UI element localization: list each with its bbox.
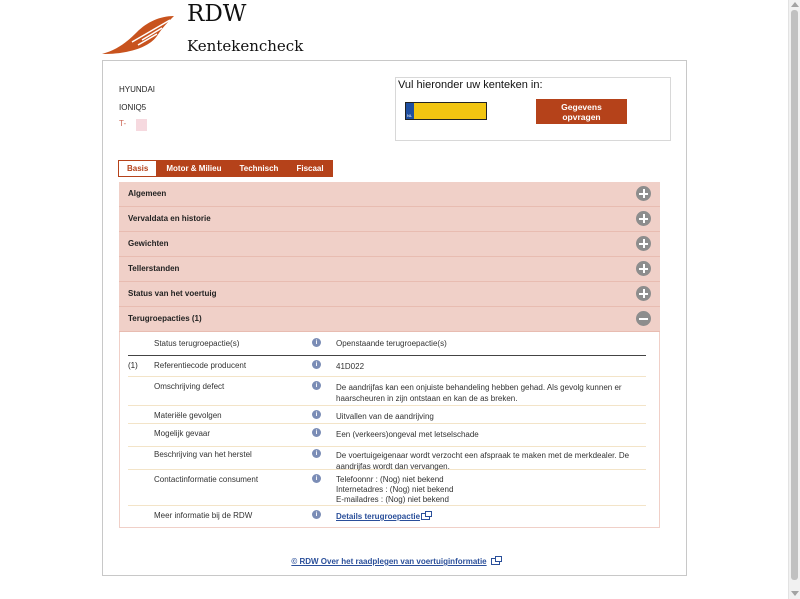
tab-fiscaal[interactable]: Fiscaal [287, 160, 333, 177]
value-line: Een (verkeers)ongeval met letselschade [336, 430, 479, 439]
info-icon[interactable]: i [312, 449, 321, 458]
detail-value: Openstaande terugroepactie(s) [336, 339, 447, 348]
vehicle-make: HYUNDAI [119, 85, 156, 94]
external-link-icon [490, 556, 502, 565]
detail-value: Uitvallen van de aandrijving [336, 411, 636, 422]
value-line: haarscheuren in zijn ontstaan en kan de … [336, 394, 518, 403]
page-subtitle: Kentekencheck [187, 37, 304, 55]
value-line: E-mailadres : (Nog) niet bekend [336, 495, 449, 504]
section-vervaldata[interactable]: Vervaldata en historie [119, 207, 660, 232]
section-label: Algemeen [128, 189, 167, 198]
eu-badge-text: NL [407, 113, 413, 118]
section-label: Vervaldata en historie [128, 214, 211, 223]
section-gewichten[interactable]: Gewichten [119, 232, 660, 257]
rdw-logo-icon[interactable] [102, 14, 182, 56]
detail-label: Mogelijk gevaar [154, 429, 211, 438]
scroll-up-arrow-icon[interactable] [791, 2, 799, 7]
details-recall-link-text: Details terugroepactie [336, 512, 421, 521]
details-recall-link[interactable]: Details terugroepactie [336, 512, 420, 521]
vehicle-model: IONIQ5 [119, 103, 147, 112]
page-footer: © RDW Over het raadplegen van voertuigin… [103, 556, 688, 566]
page-scrollbar[interactable] [788, 0, 800, 599]
value-line: De voertuigeigenaar wordt verzocht een a… [336, 451, 630, 460]
lookup-button[interactable]: Gegevens opvragen [536, 99, 627, 124]
tab-bar: Basis Motor & Milieu Technisch Fiscaal [118, 160, 333, 178]
value-line: Uitvallen van de aandrijving [336, 412, 434, 421]
recall-details: Status terugroepactie(s) i Openstaande t… [119, 332, 660, 528]
footer-link[interactable]: © RDW Over het raadplegen van voertuigin… [291, 557, 486, 566]
expand-plus-icon[interactable] [636, 186, 651, 201]
detail-value: De voertuigeigenaar wordt verzocht een a… [336, 450, 636, 472]
external-link-icon [421, 511, 433, 520]
section-tellerstanden[interactable]: Tellerstanden [119, 257, 660, 282]
footer-link-text: © RDW Over het raadplegen van voertuigin… [291, 557, 487, 566]
expand-plus-icon[interactable] [636, 286, 651, 301]
info-icon[interactable]: i [312, 428, 321, 437]
section-algemeen[interactable]: Algemeen [119, 182, 660, 207]
plate-lookup-box: Vul hieronder uw kenteken in: NL Gegeven… [395, 77, 671, 141]
detail-value: De aandrijfas kan een onjuiste behandeli… [336, 382, 636, 404]
table-row: Contactinformatie consument i Telefoonnr… [128, 470, 646, 506]
table-row: Mogelijk gevaar i Een (verkeers)ongeval … [128, 424, 646, 447]
plate-redaction [136, 119, 147, 131]
detail-label: Beschrijving van het herstel [154, 450, 252, 459]
expand-plus-icon[interactable] [636, 236, 651, 251]
detail-value: Details terugroepactie [336, 511, 636, 522]
vehicle-plate: T- [119, 119, 147, 131]
info-icon[interactable]: i [312, 381, 321, 390]
vehicle-plate-prefix: T- [119, 119, 127, 128]
recall-index: (1) [128, 361, 138, 370]
info-icon[interactable]: i [312, 410, 321, 419]
info-icon[interactable]: i [312, 510, 321, 519]
info-icon[interactable]: i [312, 338, 321, 347]
section-label: Status van het voertuig [128, 289, 217, 298]
lookup-label: Vul hieronder uw kenteken in: [398, 79, 543, 91]
value-line: Telefoonnr : (Nog) niet bekend [336, 475, 444, 484]
collapse-minus-icon[interactable] [636, 311, 651, 326]
detail-value: Een (verkeers)ongeval met letselschade [336, 429, 636, 440]
detail-label: Materiële gevolgen [154, 411, 222, 420]
value-line: Internetadres : (Nog) niet bekend [336, 485, 454, 494]
detail-label: Omschrijving defect [154, 382, 225, 391]
eu-flag-icon: NL [406, 103, 414, 119]
table-row: Materiële gevolgen i Uitvallen van de aa… [128, 406, 646, 424]
table-row: Meer informatie bij de RDW i Details ter… [128, 506, 646, 527]
site-header: RDW Kentekencheck [102, 0, 402, 58]
detail-label: Referentiecode producent [154, 361, 247, 370]
detail-value: Telefoonnr : (Nog) niet bekend Interneta… [336, 475, 636, 505]
value-line: De aandrijfas kan een onjuiste behandeli… [336, 383, 622, 392]
info-icon[interactable]: i [312, 360, 321, 369]
table-row: Omschrijving defect i De aandrijfas kan … [128, 377, 646, 406]
plate-input[interactable]: NL [405, 102, 487, 120]
section-terugroepacties[interactable]: Terugroepacties (1) [119, 307, 660, 332]
expand-plus-icon[interactable] [636, 261, 651, 276]
detail-value: 41D022 [336, 361, 636, 372]
tab-basis[interactable]: Basis [118, 160, 158, 177]
expand-plus-icon[interactable] [636, 211, 651, 226]
section-status-voertuig[interactable]: Status van het voertuig [119, 282, 660, 307]
tab-technisch[interactable]: Technisch [230, 160, 288, 177]
scrollbar-thumb[interactable] [791, 10, 798, 580]
section-label: Gewichten [128, 239, 169, 248]
detail-label: Status terugroepactie(s) [154, 339, 240, 348]
table-row: (1) Referentiecode producent i 41D022 [128, 356, 646, 377]
section-label: Tellerstanden [128, 264, 180, 273]
scroll-down-arrow-icon[interactable] [791, 591, 799, 596]
accordion: Algemeen Vervaldata en historie Gewichte… [119, 182, 660, 332]
main-panel: HYUNDAI IONIQ5 T- Vul hieronder uw kente… [102, 60, 687, 576]
brand-title: RDW [187, 1, 247, 27]
tab-motor-milieu[interactable]: Motor & Milieu [157, 160, 231, 177]
table-row: Beschrijving van het herstel i De voertu… [128, 447, 646, 472]
detail-label: Contactinformatie consument [154, 475, 259, 484]
detail-label: Meer informatie bij de RDW [154, 511, 253, 520]
info-icon[interactable]: i [312, 474, 321, 483]
recall-status-row: Status terugroepactie(s) i Openstaande t… [128, 332, 646, 356]
value-line: 41D022 [336, 362, 365, 371]
section-label: Terugroepacties (1) [128, 314, 202, 323]
